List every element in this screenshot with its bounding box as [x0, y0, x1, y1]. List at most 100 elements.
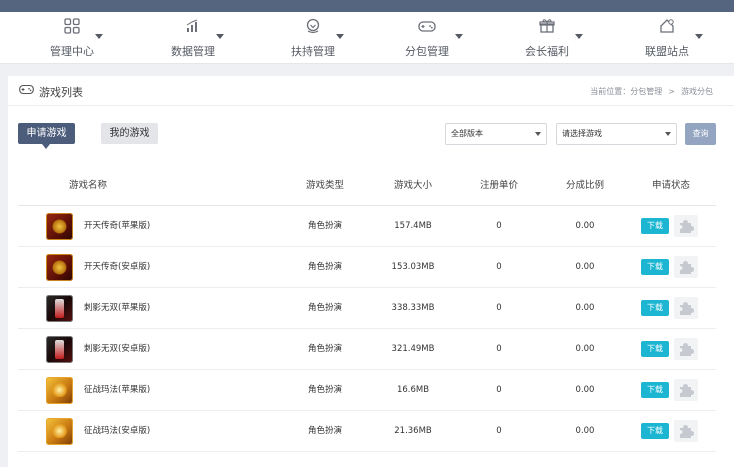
game-type: 角色扮演 [307, 426, 342, 436]
download-button[interactable]: 下载 [641, 382, 669, 398]
gift-icon [487, 18, 607, 38]
main-nav: 管理中心 数据管理 扶持管理 分包管理 会长福利 联盟站点 [0, 12, 734, 64]
game-type: 角色扮演 [307, 344, 342, 354]
share-ratio: 0.00 [575, 221, 595, 231]
nav-item-alliance-site[interactable]: 联盟站点 [607, 12, 727, 64]
game-size: 338.33MB [391, 303, 435, 313]
table-row: 征战玛法(安卓版) 角色扮演 21.36MB 0 0.00 下载 [18, 411, 716, 452]
gamepad-icon [367, 18, 487, 38]
game-size: 321.49MB [391, 344, 435, 354]
game-icon [46, 254, 73, 281]
puzzle-icon[interactable] [674, 338, 698, 360]
gamepad-icon [19, 84, 34, 98]
register-price: 0 [496, 344, 502, 354]
col-header-price: 注册单价 [479, 180, 518, 191]
game-type: 角色扮演 [307, 221, 342, 231]
nav-item-data-management[interactable]: 数据管理 [133, 12, 253, 64]
game-name: 开天传奇(苹果版) [84, 221, 151, 231]
puzzle-icon[interactable] [674, 256, 698, 278]
table-row: 刺影无双(苹果版) 角色扮演 338.33MB 0 0.00 下载 [18, 288, 716, 329]
version-select[interactable]: 全部版本 [445, 123, 547, 145]
share-ratio: 0.00 [575, 303, 595, 313]
register-price: 0 [496, 385, 502, 395]
col-header-type: 游戏类型 [305, 180, 344, 191]
chevron-down-icon [575, 34, 583, 39]
home-icon [607, 18, 727, 38]
game-name: 开天传奇(安卓版) [84, 262, 151, 272]
game-icon [46, 295, 73, 322]
table-row: 刺影无双(安卓版) 角色扮演 321.49MB 0 0.00 下载 [18, 329, 716, 370]
game-icon [46, 418, 73, 445]
nav-item-package-management[interactable]: 分包管理 [367, 12, 487, 64]
table-row: 开天传奇(苹果版) 角色扮演 157.4MB 0 0.00 下载 [18, 206, 716, 247]
register-price: 0 [496, 426, 502, 436]
game-name: 刺影无双(苹果版) [84, 303, 151, 313]
nav-label: 联盟站点 [645, 45, 689, 58]
col-header-ratio: 分成比例 [565, 180, 604, 191]
game-type: 角色扮演 [307, 303, 342, 313]
game-name: 征战玛法(安卓版) [84, 426, 151, 436]
version-select-value: 全部版本 [451, 129, 483, 138]
game-type: 角色扮演 [307, 262, 342, 272]
tab-my-games[interactable]: 我的游戏 [101, 123, 158, 144]
breadcrumb: 当前位置：分包管理 > 游戏分包 [587, 86, 716, 97]
chevron-down-icon [665, 132, 671, 136]
game-list-panel: 游戏列表 当前位置：分包管理 > 游戏分包 申请游戏 我的游戏 全部版本 请选择游戏… [8, 76, 734, 467]
chevron-down-icon [95, 34, 103, 39]
breadcrumb-separator: > [668, 87, 675, 96]
tab-apply-game[interactable]: 申请游戏 [18, 123, 75, 149]
game-icon [46, 336, 73, 363]
page-title: 游戏列表 [39, 86, 83, 99]
puzzle-icon[interactable] [674, 420, 698, 442]
share-ratio: 0.00 [575, 385, 595, 395]
game-name: 刺影无双(安卓版) [84, 344, 151, 354]
download-button[interactable]: 下载 [641, 341, 669, 357]
col-header-name: 游戏名称 [68, 180, 107, 191]
table-row: 征战玛法(苹果版) 角色扮演 16.6MB 0 0.00 下载 [18, 370, 716, 411]
puzzle-icon[interactable] [674, 215, 698, 237]
share-ratio: 0.00 [575, 426, 595, 436]
share-ratio: 0.00 [575, 262, 595, 272]
register-price: 0 [496, 221, 502, 231]
tab-apply-label: 申请游戏 [26, 128, 67, 139]
nav-item-support-management[interactable]: 扶持管理 [253, 12, 373, 64]
register-price: 0 [496, 262, 502, 272]
game-name: 征战玛法(苹果版) [84, 385, 151, 395]
game-size: 16.6MB [396, 385, 430, 395]
col-header-size: 游戏大小 [393, 180, 432, 191]
bar-chart-icon [133, 18, 253, 38]
nav-item-management-center[interactable]: 管理中心 [12, 12, 132, 64]
game-icon [46, 213, 73, 240]
puzzle-icon[interactable] [674, 297, 698, 319]
nav-label: 会长福利 [525, 45, 569, 58]
table-row: 开天传奇(安卓版) 角色扮演 153.03MB 0 0.00 下载 [18, 247, 716, 288]
nav-label: 扶持管理 [291, 45, 335, 58]
download-button[interactable]: 下载 [641, 300, 669, 316]
tab-mine-label: 我的游戏 [109, 128, 150, 139]
chevron-down-icon [455, 34, 463, 39]
col-header-status: 申请状态 [651, 180, 690, 191]
nav-label: 分包管理 [405, 45, 449, 58]
chevron-down-icon [336, 34, 344, 39]
download-button[interactable]: 下载 [641, 259, 669, 275]
top-bar [0, 0, 734, 12]
nav-item-president-benefits[interactable]: 会长福利 [487, 12, 607, 64]
game-size: 153.03MB [391, 262, 435, 272]
chevron-down-icon [535, 132, 541, 136]
chevron-down-icon [695, 34, 703, 39]
download-button[interactable]: 下载 [641, 423, 669, 439]
table-header: 游戏名称 游戏类型 游戏大小 注册单价 分成比例 申请状态 [18, 165, 716, 206]
nav-label: 管理中心 [50, 45, 94, 58]
query-button[interactable]: 查询 [685, 123, 716, 145]
game-type: 角色扮演 [307, 385, 342, 395]
breadcrumb-prefix[interactable]: 当前位置：分包管理 [590, 87, 662, 96]
game-icon [46, 377, 73, 404]
game-size: 157.4MB [394, 221, 432, 231]
puzzle-icon[interactable] [674, 379, 698, 401]
game-size: 21.36MB [394, 426, 432, 436]
share-ratio: 0.00 [575, 344, 595, 354]
download-button[interactable]: 下载 [641, 218, 669, 234]
register-price: 0 [496, 303, 502, 313]
nav-label: 数据管理 [171, 45, 215, 58]
game-select[interactable]: 请选择游戏 [556, 123, 677, 145]
